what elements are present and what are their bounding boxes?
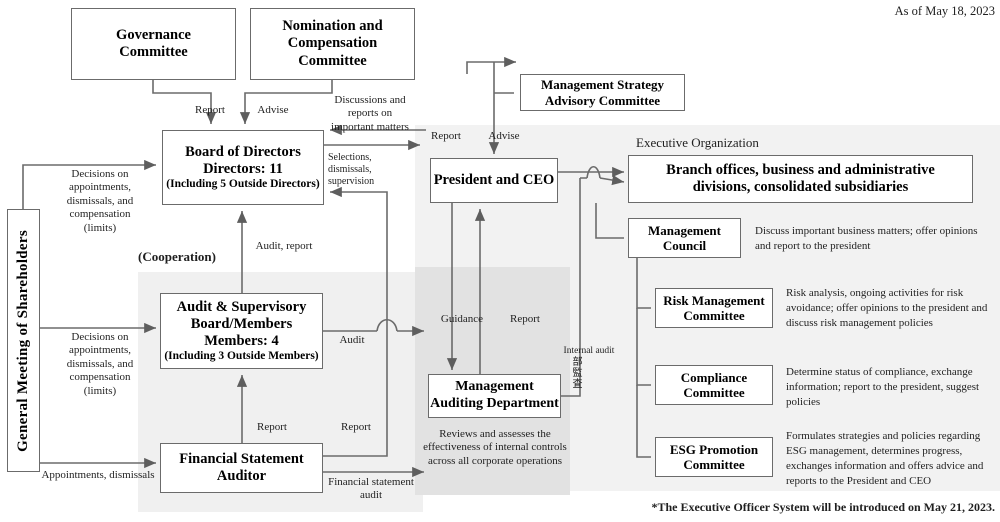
nomination-committee-line1: Nomination and — [282, 18, 383, 35]
management-council-line2: Council — [662, 238, 707, 253]
management-council-description: Discuss important business matters; offe… — [755, 225, 978, 252]
risk-management-committee-line2: Committee — [683, 308, 745, 323]
internal-audit-japanese-label: 部監査 — [570, 356, 581, 389]
compliance-committee-line1: Compliance — [680, 369, 748, 385]
audit-supervisory-board-line1: Audit & Supervisory — [176, 298, 307, 315]
board-of-directors-line1: Board of Directors — [185, 143, 301, 160]
edge-label-cooperation: (Cooperation) — [138, 249, 216, 264]
edge-label-audit: Audit — [339, 334, 365, 346]
msac-line1: Management Strategy — [540, 77, 665, 93]
msac-line2: Advisory Committee — [544, 92, 661, 108]
management-auditing-department-box[interactable]: Management Auditing Department — [428, 374, 561, 418]
general-meeting-label: General Meeting of Shareholders — [14, 229, 31, 452]
risk-management-committee-box[interactable]: Risk Management Committee — [655, 288, 773, 328]
president-and-ceo-label: President and CEO — [433, 171, 555, 188]
edge-label-decisions-appointments-board: Decisions on appointments, dismissals, a… — [66, 168, 134, 234]
executive-organization-label: Executive Organization — [636, 135, 759, 150]
esg-promotion-committee-line1: ESG Promotion — [669, 441, 759, 457]
risk-management-committee-line1: Risk Management — [663, 292, 765, 308]
edge-label-decisions-appointments-asb: Decisions on appointments, dismissals, a… — [66, 331, 134, 397]
board-of-directors-line3: (Including 5 Outside Directors) — [166, 177, 320, 190]
edge-label-guidance: Guidance — [440, 313, 484, 325]
compliance-committee-description: Determine status of compliance, exchange… — [786, 366, 980, 408]
nomination-compensation-committee-box[interactable]: Nomination and Compensation Committee — [250, 8, 415, 80]
esg-promotion-committee-description: Formulates strategies and policies regar… — [786, 430, 984, 487]
audit-supervisory-board-line4: (Including 3 Outside Members) — [164, 349, 319, 362]
financial-statement-auditor-line1: Financial Statement — [179, 450, 304, 467]
audit-supervisory-board-box[interactable]: Audit & Supervisory Board/Members Member… — [160, 293, 323, 369]
edge-label-report-from-mad: Report — [510, 313, 540, 325]
edge-label-advise-from-msac: Advise — [488, 130, 520, 142]
board-of-directors-box[interactable]: Board of Directors Directors: 11 (Includ… — [162, 130, 324, 205]
edge-label-financial-statement-audit: Financial statement audit — [328, 476, 414, 502]
general-meeting-of-shareholders-box[interactable]: General Meeting of Shareholders — [7, 209, 40, 472]
nomination-committee-line2: Compensation — [287, 35, 378, 52]
governance-committee-box[interactable]: Governance Committee — [71, 8, 236, 80]
edge-label-internal-audit: Internal audit — [563, 346, 615, 356]
branch-offices-line1: Branch offices, business and administrat… — [666, 161, 935, 178]
compliance-committee-line2: Committee — [683, 385, 745, 400]
audit-supervisory-board-line2: Board/Members — [190, 315, 293, 332]
edge-label-advise-to-board: Advise — [257, 104, 289, 116]
edge-label-report-asb: Report — [257, 421, 287, 433]
edge-label-selections-dismissals-supervision: Selections, dismissals, supervision — [328, 152, 375, 188]
compliance-committee-box[interactable]: Compliance Committee — [655, 365, 773, 405]
management-auditing-department-description: Reviews and assesses the effectiveness o… — [423, 428, 567, 467]
branch-offices-box[interactable]: Branch offices, business and administrat… — [628, 155, 973, 203]
management-council-line1: Management — [648, 222, 721, 238]
footnote-executive-officer-system: *The Executive Officer System will be in… — [651, 500, 995, 514]
edge-label-report-board: Report — [341, 421, 371, 433]
esg-promotion-committee-box[interactable]: ESG Promotion Committee — [655, 437, 773, 477]
management-strategy-advisory-committee-box[interactable]: Management Strategy Advisory Committee — [520, 74, 685, 111]
financial-statement-auditor-line2: Auditor — [216, 468, 267, 484]
governance-diagram-canvas: Governance Committee Nomination and Comp… — [0, 0, 1000, 522]
edge-label-audit-report: Audit, report — [255, 240, 313, 252]
edge-label-report-to-msac: Report — [431, 130, 461, 142]
governance-committee-line2: Committee — [119, 44, 188, 60]
financial-statement-auditor-box[interactable]: Financial Statement Auditor — [160, 443, 323, 493]
edge-label-appointments-dismissals: Appointments, dismissals — [41, 469, 155, 481]
as-of-date-label: As of May 18, 2023 — [894, 4, 995, 18]
management-auditing-department-line1: Management — [455, 379, 534, 395]
esg-promotion-committee-line2: Committee — [683, 457, 745, 472]
president-and-ceo-box[interactable]: President and CEO — [430, 158, 558, 203]
management-council-box[interactable]: Management Council — [628, 218, 741, 258]
audit-supervisory-board-line3: Members: 4 — [204, 332, 279, 349]
risk-management-committee-description: Risk analysis, ongoing activities for ri… — [786, 287, 988, 329]
edge-label-discussions-important-matters: Discussions and reports on important mat… — [331, 94, 409, 133]
edge-label-report-to-board: Report — [195, 104, 225, 116]
governance-committee-line1: Governance — [116, 26, 191, 43]
board-of-directors-line2: Directors: 11 — [203, 160, 283, 177]
branch-offices-line2: divisions, consolidated subsidiaries — [692, 179, 909, 195]
management-auditing-department-line2: Auditing Department — [430, 396, 559, 411]
nomination-committee-line3: Committee — [298, 52, 367, 69]
